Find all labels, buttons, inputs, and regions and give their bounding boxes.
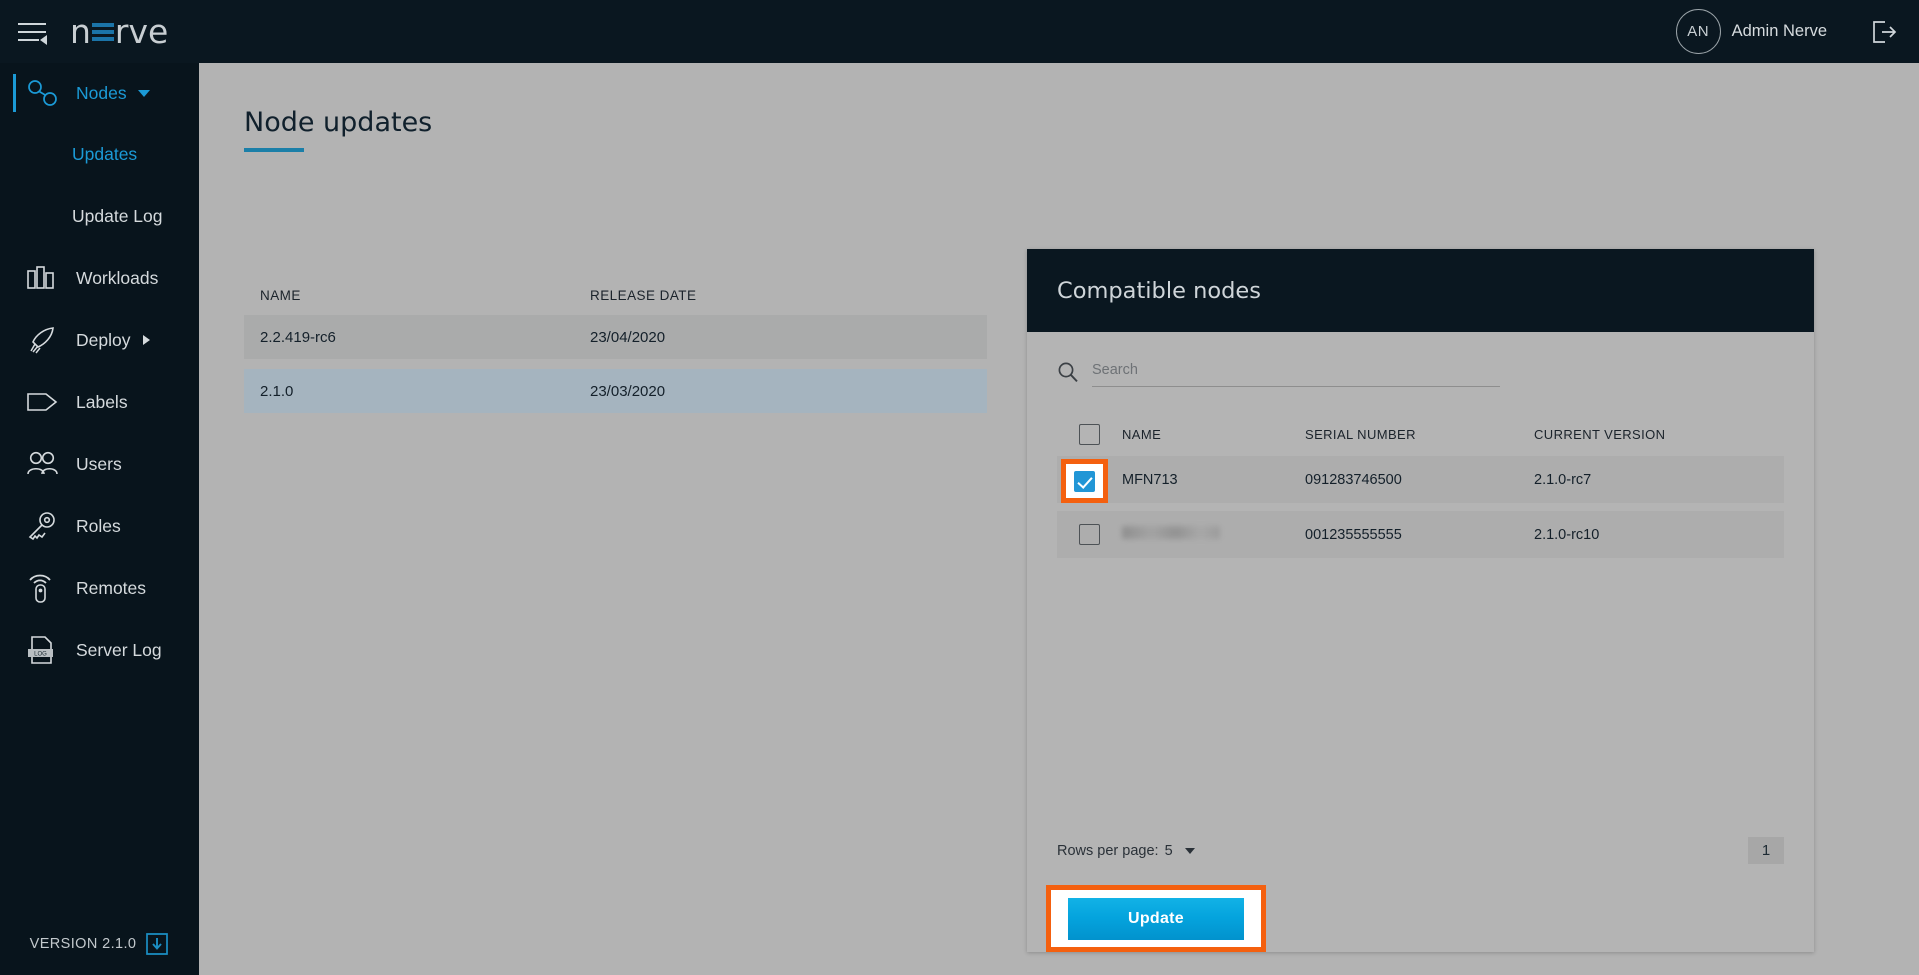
row-spacer: [244, 359, 987, 369]
node-updates-table: NAME RELEASE DATE 2.2.419-rc6 23/04/2020…: [244, 275, 987, 413]
search-icon: [1057, 361, 1079, 383]
compatible-nodes-table: NAME SERIAL NUMBER CURRENT VERSION MFN71…: [1057, 412, 1784, 558]
chevron-down-icon: [1185, 848, 1195, 854]
page-number[interactable]: 1: [1748, 837, 1784, 864]
brand-e-glyph: [92, 21, 114, 43]
row-checkbox-highlighted[interactable]: [1074, 471, 1095, 492]
sidebar-item-label: Deploy: [76, 330, 130, 351]
rows-per-page-value: 5: [1165, 843, 1173, 859]
version-indicator[interactable]: VERSION 2.1.0: [0, 933, 199, 955]
remotes-icon: [26, 571, 64, 605]
user-name: Admin Nerve: [1732, 22, 1827, 41]
sidebar-item-labels[interactable]: Labels: [0, 371, 199, 433]
search-input[interactable]: [1092, 362, 1500, 378]
select-all-cell: [1057, 424, 1122, 445]
column-header-name: NAME: [1122, 427, 1305, 442]
sidebar-item-users[interactable]: Users: [0, 433, 199, 495]
users-icon: [26, 447, 64, 481]
sidebar-item-updates[interactable]: Updates: [0, 123, 199, 185]
sidebar: Nodes Updates Update Log Workloads: [0, 63, 199, 975]
table-row[interactable]: 001235555555 2.1.0-rc10: [1057, 511, 1784, 558]
sidebar-item-update-log[interactable]: Update Log: [0, 185, 199, 247]
cell-release-date: 23/03/2020: [590, 383, 665, 400]
column-header-release-date: RELEASE DATE: [590, 288, 696, 303]
table-header-row: NAME RELEASE DATE: [244, 275, 987, 315]
select-all-checkbox[interactable]: [1079, 424, 1100, 445]
page-title: Node updates: [244, 107, 432, 138]
cell-name: 2.2.419-rc6: [260, 329, 590, 346]
sidebar-item-label: Server Log: [76, 640, 162, 661]
sidebar-item-server-log[interactable]: LOG Server Log: [0, 619, 199, 681]
sidebar-item-nodes[interactable]: Nodes: [0, 63, 199, 123]
top-bar-right: AN Admin Nerve: [1676, 0, 1897, 63]
sidebar-item-label: Update Log: [72, 206, 163, 227]
cell-release-date: 23/04/2020: [590, 329, 665, 346]
sidebar-item-label: Nodes: [76, 83, 127, 104]
update-button-highlighted[interactable]: Update: [1068, 898, 1244, 940]
pagination-row: Rows per page: 5 1: [1057, 837, 1784, 864]
sidebar-item-label: Users: [76, 454, 122, 475]
cell-name: [1122, 526, 1305, 543]
cell-current-version: 2.1.0-rc7: [1534, 472, 1784, 488]
annotation-highlight-update-button: Update: [1046, 885, 1266, 952]
app-root: n rve AN Admin Nerve Nodes: [0, 0, 1919, 975]
row-spacer: [1057, 503, 1784, 511]
roles-key-icon: [26, 509, 64, 543]
sidebar-item-label: Roles: [76, 516, 121, 537]
sidebar-item-deploy[interactable]: Deploy: [0, 309, 199, 371]
server-log-icon: LOG: [26, 633, 64, 667]
table-header-row: NAME SERIAL NUMBER CURRENT VERSION: [1057, 412, 1784, 456]
cell-name: MFN713: [1122, 472, 1305, 488]
logout-icon[interactable]: [1869, 18, 1897, 46]
workloads-icon: [26, 261, 64, 295]
rows-per-page-selector[interactable]: Rows per page: 5: [1057, 843, 1195, 859]
row-checkbox[interactable]: [1079, 524, 1100, 545]
cell-serial-number: 091283746500: [1305, 472, 1534, 488]
svg-text:LOG: LOG: [34, 651, 47, 657]
sidebar-item-label: Labels: [76, 392, 128, 413]
active-indicator: [13, 74, 16, 112]
deploy-rocket-icon: [26, 323, 64, 357]
search-field-wrap: [1092, 361, 1500, 387]
nodes-icon: [26, 76, 64, 110]
table-row[interactable]: MFN713 091283746500 2.1.0-rc7: [1057, 456, 1784, 503]
panel-title: Compatible nodes: [1057, 278, 1261, 304]
rows-per-page-label: Rows per page:: [1057, 843, 1159, 859]
cell-current-version: 2.1.0-rc10: [1534, 527, 1784, 543]
cell-name: 2.1.0: [260, 383, 590, 400]
avatar: AN: [1676, 9, 1721, 54]
download-icon[interactable]: [145, 933, 169, 955]
sidebar-item-roles[interactable]: Roles: [0, 495, 199, 557]
sidebar-item-label: Workloads: [76, 268, 158, 289]
top-bar: n rve AN Admin Nerve: [0, 0, 1919, 63]
sidebar-item-remotes[interactable]: Remotes: [0, 557, 199, 619]
search-row: [1027, 332, 1814, 387]
page-title-underline: [244, 148, 304, 152]
cell-serial-number: 001235555555: [1305, 527, 1534, 543]
compatible-nodes-panel: Compatible nodes NAME SERIAL NUMBER CURR…: [1027, 249, 1814, 952]
table-row[interactable]: 2.1.0 23/03/2020: [244, 369, 987, 413]
hamburger-collapse-icon[interactable]: [18, 20, 48, 44]
column-header-current-version: CURRENT VERSION: [1534, 427, 1784, 442]
row-select-cell: [1057, 524, 1122, 545]
chevron-right-icon: [143, 335, 150, 345]
table-row[interactable]: 2.2.419-rc6 23/04/2020: [244, 315, 987, 359]
column-header-serial-number: SERIAL NUMBER: [1305, 427, 1534, 442]
sidebar-item-label: Updates: [72, 144, 137, 165]
redacted-name: [1122, 526, 1220, 539]
panel-header: Compatible nodes: [1027, 249, 1814, 332]
labels-tag-icon: [26, 385, 64, 419]
annotation-highlight-checkbox: [1061, 459, 1108, 503]
sidebar-item-workloads[interactable]: Workloads: [0, 247, 199, 309]
chevron-down-icon: [138, 90, 150, 97]
brand-logo: n rve: [70, 12, 168, 51]
sidebar-item-label: Remotes: [76, 578, 146, 599]
column-header-name: NAME: [260, 288, 590, 303]
version-label: VERSION 2.1.0: [30, 936, 137, 952]
